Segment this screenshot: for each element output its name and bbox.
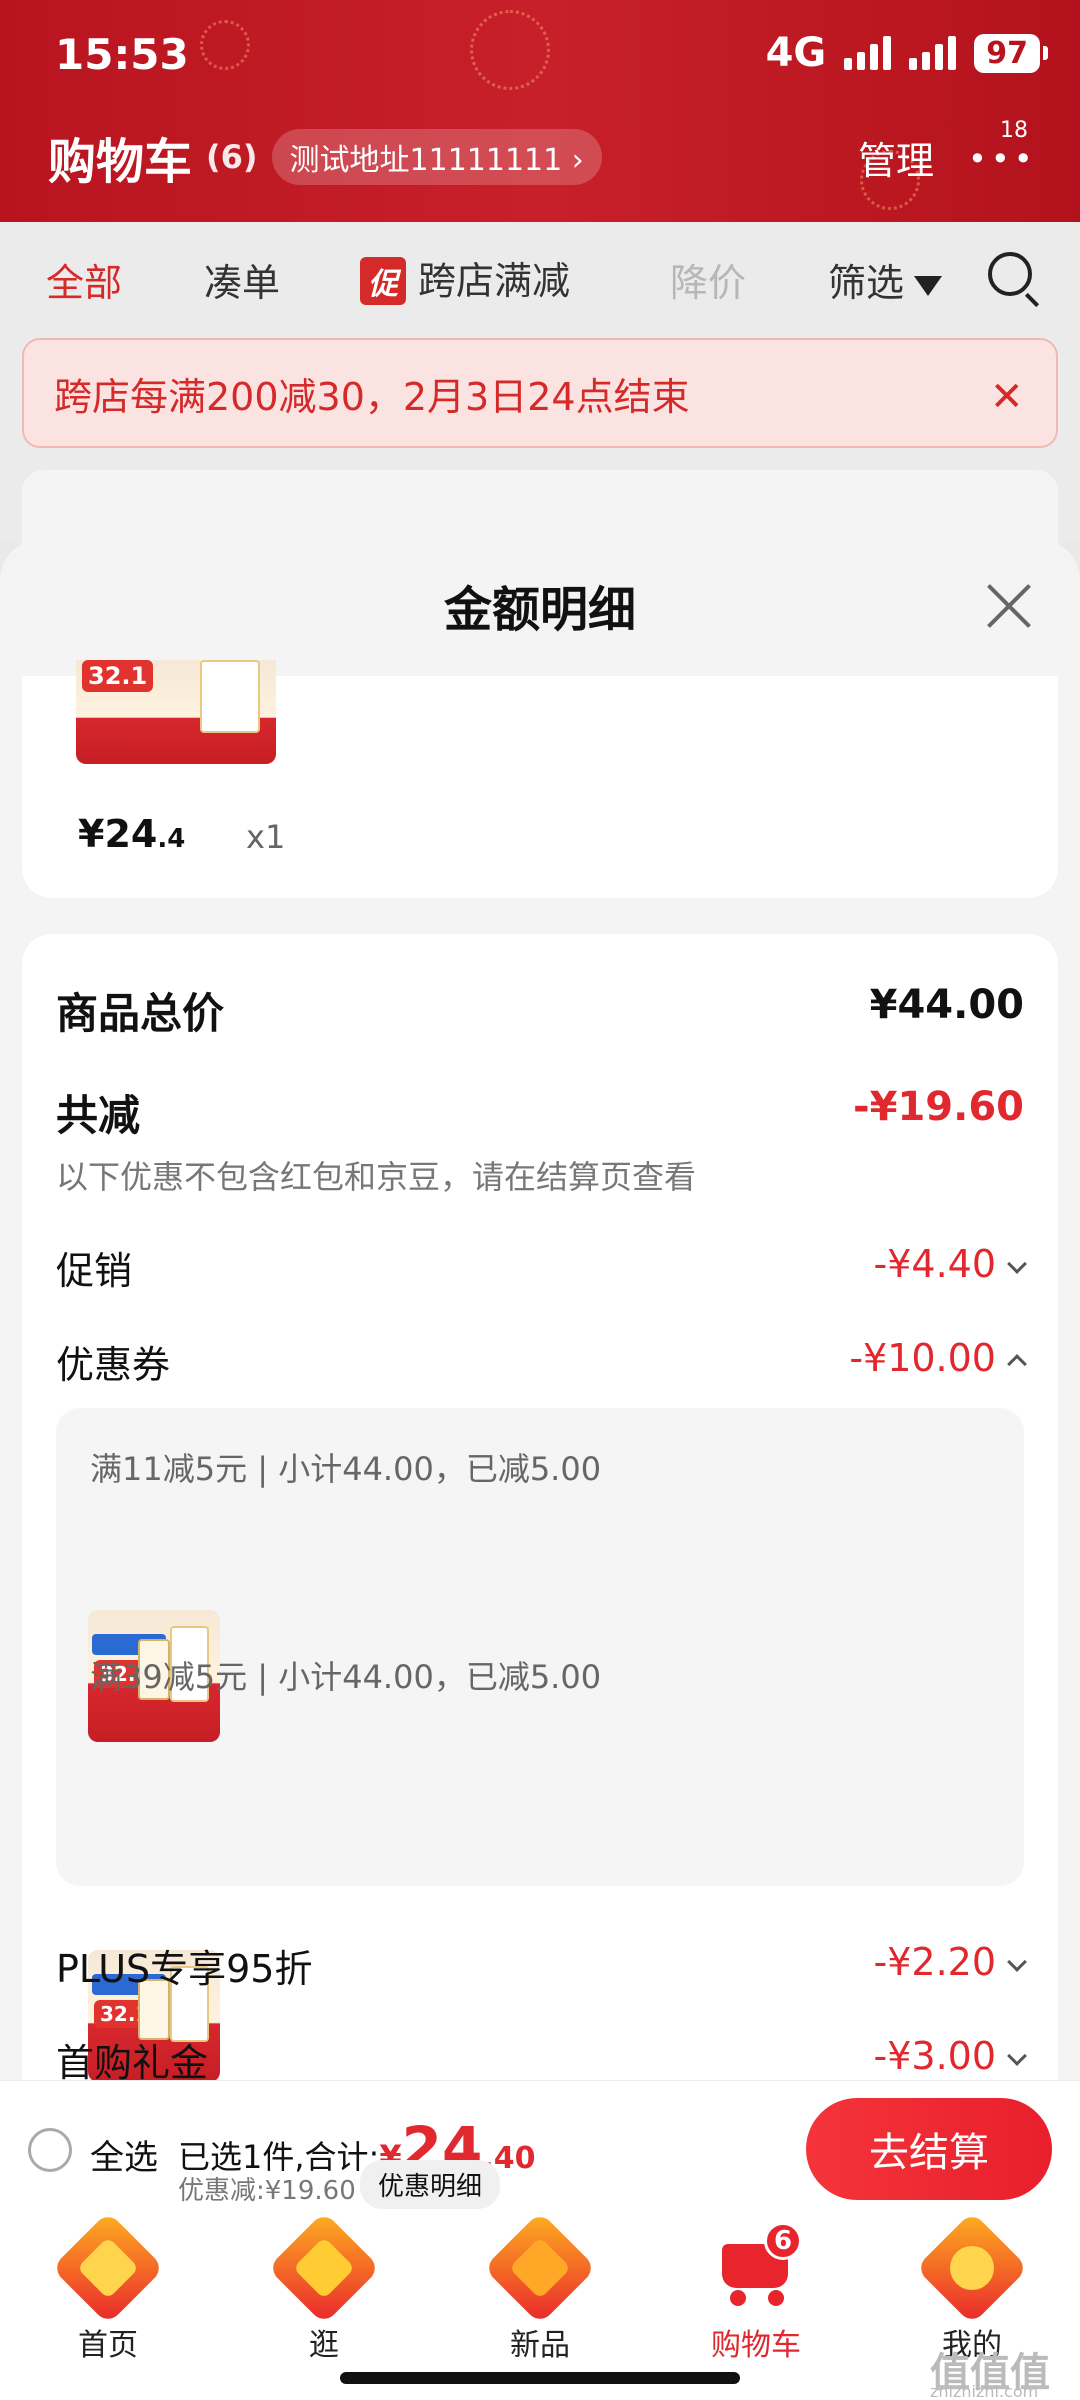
nav-new[interactable]: 新品 <box>470 2211 610 2364</box>
chevron-down-icon <box>1007 1952 1027 1972</box>
close-banner-icon[interactable]: ✕ <box>990 374 1024 420</box>
page-title: 购物车 (6) 测试地址11111111 › <box>48 122 602 192</box>
discount-summary: 优惠减:¥19.60 <box>178 2176 356 2206</box>
manage-button[interactable]: 管理 <box>858 130 934 185</box>
status-time: 15:53 <box>55 30 189 79</box>
coupon-line-1: 满11减5元 | 小计44.00，已减5.00 <box>90 1450 602 1488</box>
nav-cart[interactable]: 6 购物车 <box>686 2222 826 2364</box>
checkout-button-label: 去结算 <box>869 2130 989 2176</box>
first-purchase-value: -¥3.00 <box>873 2034 997 2078</box>
coupon-row[interactable]: -¥10.00 <box>849 1336 1027 1380</box>
tab-cross-store-label: 跨店满减 <box>418 259 571 303</box>
nav-browse[interactable]: 逛 <box>254 2211 394 2364</box>
item-quantity: x1 <box>246 818 286 856</box>
tab-filter-label: 筛选 <box>828 261 905 305</box>
tab-cross-store[interactable]: 促跨店满减 <box>360 250 570 305</box>
new-icon <box>483 2211 597 2325</box>
more-icon[interactable]: ••• <box>968 140 1037 178</box>
search-icon[interactable] <box>988 252 1032 296</box>
product-thumbnail[interactable]: 32.1 <box>76 660 276 764</box>
tab-all[interactable]: 全部 <box>46 252 122 307</box>
chevron-down-icon <box>1007 2046 1027 2066</box>
first-purchase-row[interactable]: -¥3.00 <box>873 2034 1027 2078</box>
promotion-value: -¥4.40 <box>873 1242 997 1286</box>
tab-filter[interactable]: 筛选 <box>828 252 943 307</box>
total-value: ¥44.00 <box>869 982 1024 1028</box>
profile-icon <box>915 2211 1029 2325</box>
checkout-button[interactable]: 去结算 <box>806 2098 1052 2200</box>
item-price-decimal: .4 <box>157 824 186 854</box>
nav-browse-label: 逛 <box>309 2328 339 2363</box>
battery-icon: 97 <box>974 33 1048 73</box>
nav-home-label: 首页 <box>78 2328 138 2363</box>
network-label: 4G <box>765 30 827 76</box>
sheet-title: 金额明细 <box>443 582 636 638</box>
home-icon <box>51 2211 165 2325</box>
home-indicator[interactable] <box>340 2372 740 2384</box>
coupon-line-2: 满39减5元 | 小计44.00，已减5.00 <box>90 1658 602 1696</box>
promo-tag: 促 <box>360 257 406 305</box>
coupon-label: 优惠券 <box>56 1343 171 1387</box>
cart-badge: 6 <box>764 2222 802 2260</box>
chevron-down-icon <box>1007 1254 1027 1274</box>
tab-bundle[interactable]: 凑单 <box>204 252 280 307</box>
nav-new-label: 新品 <box>510 2328 570 2363</box>
firework-decoration <box>470 10 550 90</box>
address-selector[interactable]: 测试地址11111111 › <box>271 129 602 185</box>
signal-icon <box>844 36 892 70</box>
thumbnail-badge: 32.1 <box>82 660 154 692</box>
close-icon[interactable] <box>984 582 1034 632</box>
nav-cart-label: 购物车 <box>711 2328 801 2363</box>
cart-icon: 6 <box>714 2222 802 2308</box>
discount-label: 共减 <box>56 1091 141 1140</box>
plus-row[interactable]: -¥2.20 <box>873 1940 1027 1984</box>
product-image <box>200 660 260 733</box>
coupon-value: -¥10.00 <box>849 1336 996 1380</box>
item-price-main: ¥24 <box>78 812 158 856</box>
promo-banner-text: 跨店每满200减30，2月3日24点结束 <box>54 374 690 419</box>
promo-banner: 跨店每满200减30，2月3日24点结束 <box>22 338 1058 448</box>
plus-label: PLUS专享95折 <box>56 1947 313 1991</box>
discount-detail-button[interactable]: 优惠明细 <box>360 2160 501 2209</box>
signal-icon <box>909 36 957 70</box>
watermark-url: zhizhizhi.com <box>930 2382 1039 2400</box>
promotion-row[interactable]: -¥4.40 <box>873 1242 1027 1286</box>
promotion-label: 促销 <box>56 1249 133 1293</box>
browse-icon <box>267 2211 381 2325</box>
firework-decoration <box>200 20 250 70</box>
discount-value: -¥19.60 <box>853 1084 1024 1130</box>
select-all-label[interactable]: 全选 <box>90 2130 158 2179</box>
select-all-checkbox[interactable] <box>28 2128 72 2172</box>
nav-home[interactable]: 首页 <box>38 2211 178 2364</box>
cart-title: 购物车 <box>48 134 193 190</box>
total-label: 商品总价 <box>56 989 225 1038</box>
cart-count: (6) <box>206 138 258 176</box>
chevron-up-icon <box>1007 1354 1027 1374</box>
tab-price-drop[interactable]: 降价 <box>670 252 746 307</box>
first-purchase-label: 首购礼金 <box>56 2041 209 2085</box>
plus-value: -¥2.20 <box>873 1940 997 1984</box>
discount-note: 以下优惠不包含红包和京豆，请在结算页查看 <box>56 1158 697 1196</box>
status-indicators: 4G 97 <box>765 30 1048 76</box>
message-count-badge: 18 <box>1000 118 1028 143</box>
item-price: ¥24.4 <box>78 812 185 856</box>
filter-icon <box>914 275 943 296</box>
